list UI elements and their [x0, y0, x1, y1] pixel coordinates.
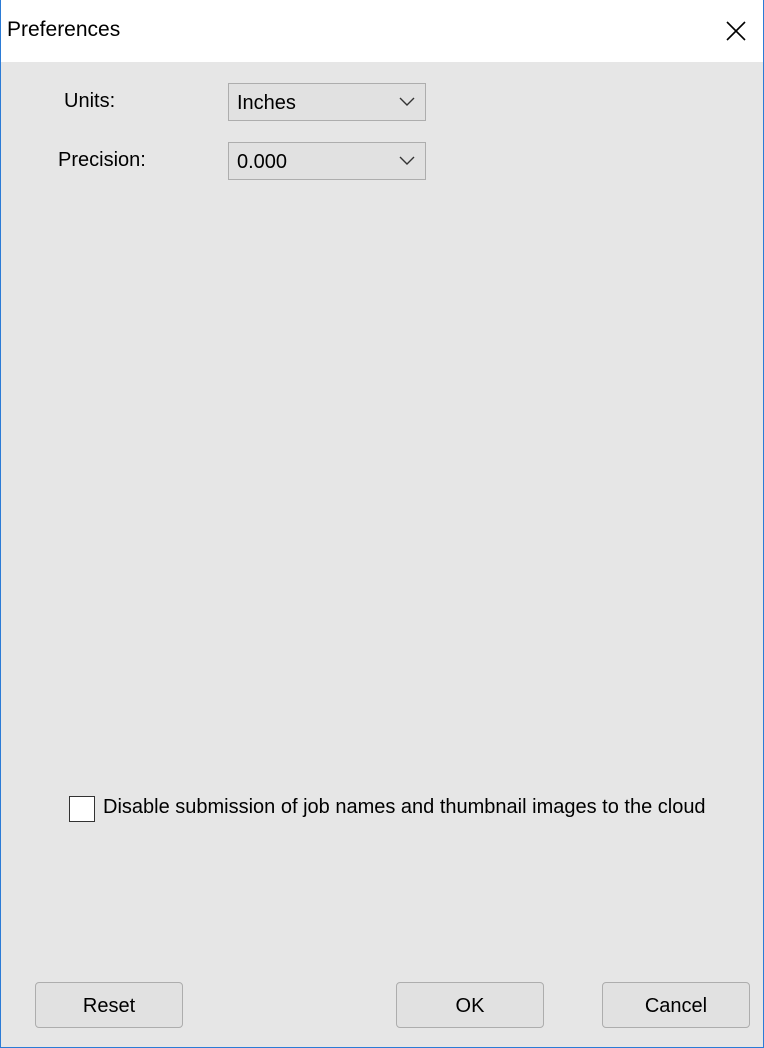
chevron-down-icon [399, 156, 415, 165]
precision-value: 0.000 [237, 151, 288, 173]
disable-cloud-submission-checkbox[interactable] [69, 796, 95, 822]
precision-select[interactable]: 0.000 [228, 142, 426, 180]
close-button[interactable] [711, 0, 763, 62]
precision-label: Precision: [58, 149, 146, 171]
units-label: Units: [64, 90, 116, 112]
close-icon [726, 21, 746, 41]
preferences-dialog: Preferences Units: Inches Precision: 0.0… [0, 0, 764, 1048]
reset-button[interactable]: Reset [35, 982, 183, 1028]
title-bar: Preferences [1, 0, 763, 62]
ok-button[interactable]: OK [396, 982, 544, 1028]
cancel-button[interactable]: Cancel [602, 982, 750, 1028]
units-value: Inches [237, 92, 296, 114]
disable-cloud-submission-label: Disable submission of job names and thum… [103, 796, 706, 818]
units-select[interactable]: Inches [228, 83, 426, 121]
chevron-down-icon [399, 97, 415, 106]
window-title: Preferences [7, 18, 121, 41]
